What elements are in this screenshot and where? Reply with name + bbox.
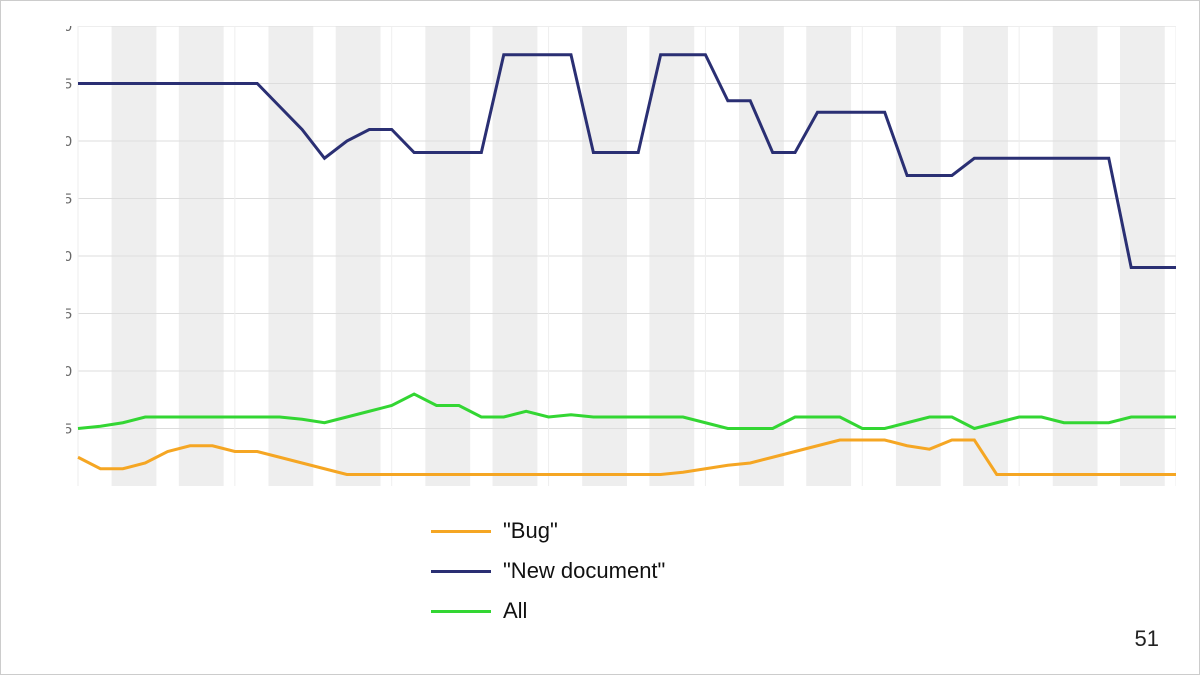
legend-swatch [431,610,491,613]
y-tick-label: 10 [66,363,72,380]
legend: "Bug" "New document" All [431,511,665,631]
y-tick-label: 25 [66,191,72,208]
page-number: 51 [1135,626,1159,652]
line-chart: 5 10 15 20 25 30 35 40 [66,26,1176,496]
y-tick-label: 20 [66,248,72,265]
y-tick-label: 30 [66,133,72,150]
legend-label: "New document" [503,558,665,584]
legend-label: "Bug" [503,518,558,544]
y-tick-label: 5 [66,421,72,438]
legend-label: All [503,598,527,624]
legend-swatch [431,530,491,533]
legend-swatch [431,570,491,573]
legend-item: All [431,591,665,631]
chart-svg: 5 10 15 20 25 30 35 40 [66,26,1176,496]
legend-item: "Bug" [431,511,665,551]
slide: 5 10 15 20 25 30 35 40 "Bug" "New document" All 5… [0,0,1200,675]
y-tick-label: 35 [66,76,72,93]
y-tick-label: 40 [66,26,72,35]
legend-item: "New document" [431,551,665,591]
y-tick-label: 15 [66,306,72,323]
